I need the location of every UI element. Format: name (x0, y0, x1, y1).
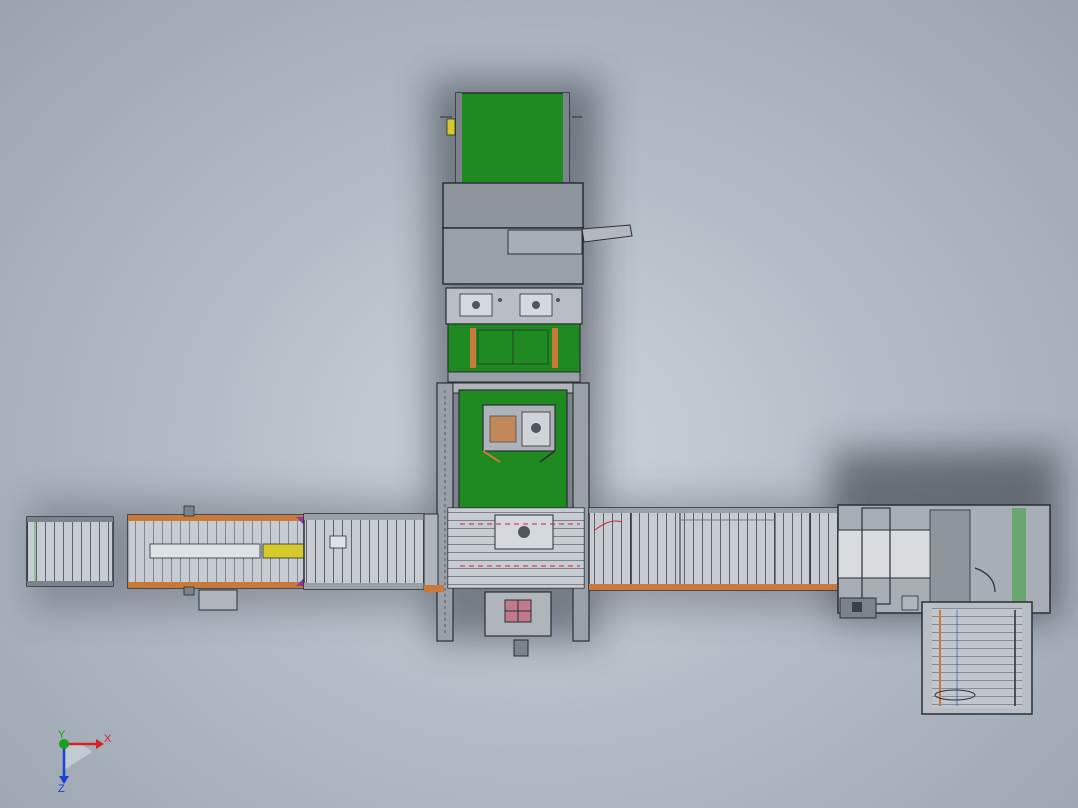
stretch-wrap-station[interactable] (837, 504, 1051, 619)
y-axis-label: Y (58, 729, 66, 741)
pallet-station[interactable] (447, 507, 585, 589)
wrapping-hood-unit[interactable] (442, 182, 633, 291)
cad-viewport[interactable]: X Y Z (0, 0, 1078, 808)
coordinate-triad: X Y Z (58, 729, 112, 795)
infeed-belt-conveyor[interactable] (440, 92, 582, 186)
x-axis-label: X (104, 733, 112, 745)
transfer-belt-upper[interactable] (447, 323, 581, 383)
pallet-stacker[interactable] (921, 601, 1033, 715)
bracket-plate-assembly[interactable] (445, 287, 583, 325)
pallet-dispenser[interactable] (484, 591, 552, 657)
accumulation-roller-conveyor[interactable] (303, 513, 444, 592)
outfeed-roller-conveyor[interactable] (588, 507, 840, 591)
z-axis-label: Z (58, 783, 65, 795)
roller-conveyor-left-end[interactable] (26, 516, 114, 587)
